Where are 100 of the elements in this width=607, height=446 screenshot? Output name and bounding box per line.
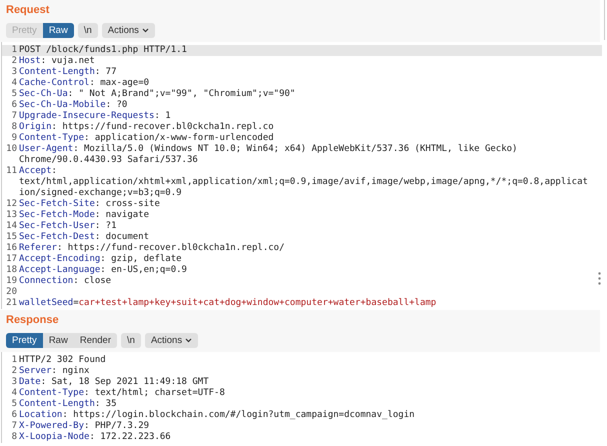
separator: : [68,89,74,100]
view-tab[interactable]: Pretty [6,333,43,348]
separator: : [100,265,106,276]
header-name: Upgrade-Insecure-Requests [19,111,154,122]
header-value: 77 [104,67,117,78]
header-name: Sec-Fetch-User [19,221,95,232]
header-value: PHP/7.3.29 [94,421,150,432]
panel-title: Request [6,3,50,17]
line-number: 4 [10,78,18,89]
line-number: 19 [5,276,18,287]
line-number: 16 [5,243,18,254]
header-name: Referer [19,243,57,254]
separator: = [73,298,79,309]
header-name: Content-Length [19,67,95,78]
header-name: Accept [19,166,52,177]
separator: : [84,388,90,399]
request-line: HTTP/2 302 Found [19,355,106,366]
header-value: navigate [104,210,150,221]
header-value: https://fund-recover.bl0ckcha1n.repl.co/ [66,243,284,254]
actions-button[interactable]: Actions [144,333,198,348]
separator: : [73,144,79,155]
header-name: Sec-Ch-Ua-Mobile [19,100,106,111]
separator: : [89,432,95,443]
panel-title: Response [6,313,60,327]
view-tab[interactable]: Raw [42,333,74,348]
caret-icon [185,338,192,343]
line-number: 3 [10,377,18,388]
header-value: ?0 [116,100,128,111]
header-name: Location [19,410,62,421]
header-value: document [104,232,150,243]
separator: : [94,399,100,410]
line-number: 6 [10,100,18,111]
actions-button[interactable]: Actions [102,23,155,38]
header-name: Server [19,366,52,377]
line-number: 2 [10,366,18,377]
line-number: 5 [10,89,18,100]
header-value: text/html; charset=UTF-8 [94,388,225,399]
separator: : [94,67,100,78]
line-number: 7 [10,421,18,432]
line-number: 8 [10,122,18,133]
line-number: 15 [5,232,18,243]
separator: : [94,232,100,243]
separator: : [94,210,100,221]
header-value: Mozilla/5.0 (Windows NT 10.0; Win64; x64) AppleWebKit/537.36 (KHTML, like Gecko) [83,144,518,155]
separator: : [94,199,100,210]
header-value: 35 [104,399,117,410]
param-value: car+test+lamp+key+suit+cat+dog+window+computer+water+baseball+lamp [78,298,436,309]
line-number: 21 [5,298,18,309]
separator: : [62,410,68,421]
line-number: 17 [5,254,18,265]
header-value: max-age=0 [99,78,150,89]
line-number: 7 [10,111,18,122]
separator: : [84,133,90,144]
header-value: 172.22.223.66 [99,432,171,443]
line-number: 4 [10,388,18,399]
header-name: Sec-Ch-Ua [19,89,68,100]
newline-toggle-button[interactable]: \n [121,333,141,348]
separator: : [40,56,46,67]
header-value: Sat, 18 Sep 2021 11:49:18 GMT [50,377,209,388]
header-value: vuja.net [50,56,95,67]
header-name: Date [19,377,41,388]
separator: : [94,221,100,232]
header-value: cross-site [104,199,160,210]
scrollbar-icon[interactable] [598,272,601,285]
line-number: 3 [10,67,18,78]
line-number: 14 [5,221,18,232]
header-value: nginx [61,366,90,377]
view-tab[interactable]: Render [74,333,117,348]
header-value: en-US,en;q=0.9 [110,265,187,276]
line-number: 11 [5,166,18,178]
view-tab[interactable]: Raw [42,23,74,38]
header-value: https://login.blockchain.com/#/login?utm_campaign=dcomnav_login [72,410,415,421]
separator: : [56,243,62,254]
header-name: User-Agent [19,144,74,155]
line-number: 8 [10,432,18,443]
header-name: Content-Type [19,388,84,399]
separator: : [52,122,57,133]
separator: : [52,366,57,377]
header-name: Connection [19,276,74,287]
header-value: gzip, deflate [110,254,182,265]
header-name: X-Loopia-Node [19,432,90,443]
header-name: Content-Length [19,399,95,410]
separator: : [100,254,106,265]
header-value: Chrome/90.0.4430.93 Safari/537.36 [19,155,199,166]
header-name: Host [19,56,41,67]
header-value: 1 [164,111,171,122]
header-value: ?1 [104,221,117,232]
request-line: POST /block/funds1.php HTTP/1.1 [19,45,187,56]
header-name: Sec-Fetch-Site [19,199,95,210]
newline-toggle-button[interactable]: \n [78,23,98,38]
separator: : [106,100,112,111]
header-name: Origin [19,122,52,133]
line-number: 5 [10,399,18,410]
header-name: Accept-Encoding [19,254,100,265]
header-name: Content-Type [19,133,84,144]
header-name: Sec-Fetch-Dest [19,232,95,243]
header-name: X-Powered-By [19,421,84,432]
separator: : [154,111,160,122]
separator: : [89,78,95,89]
line-number: 18 [5,265,18,276]
